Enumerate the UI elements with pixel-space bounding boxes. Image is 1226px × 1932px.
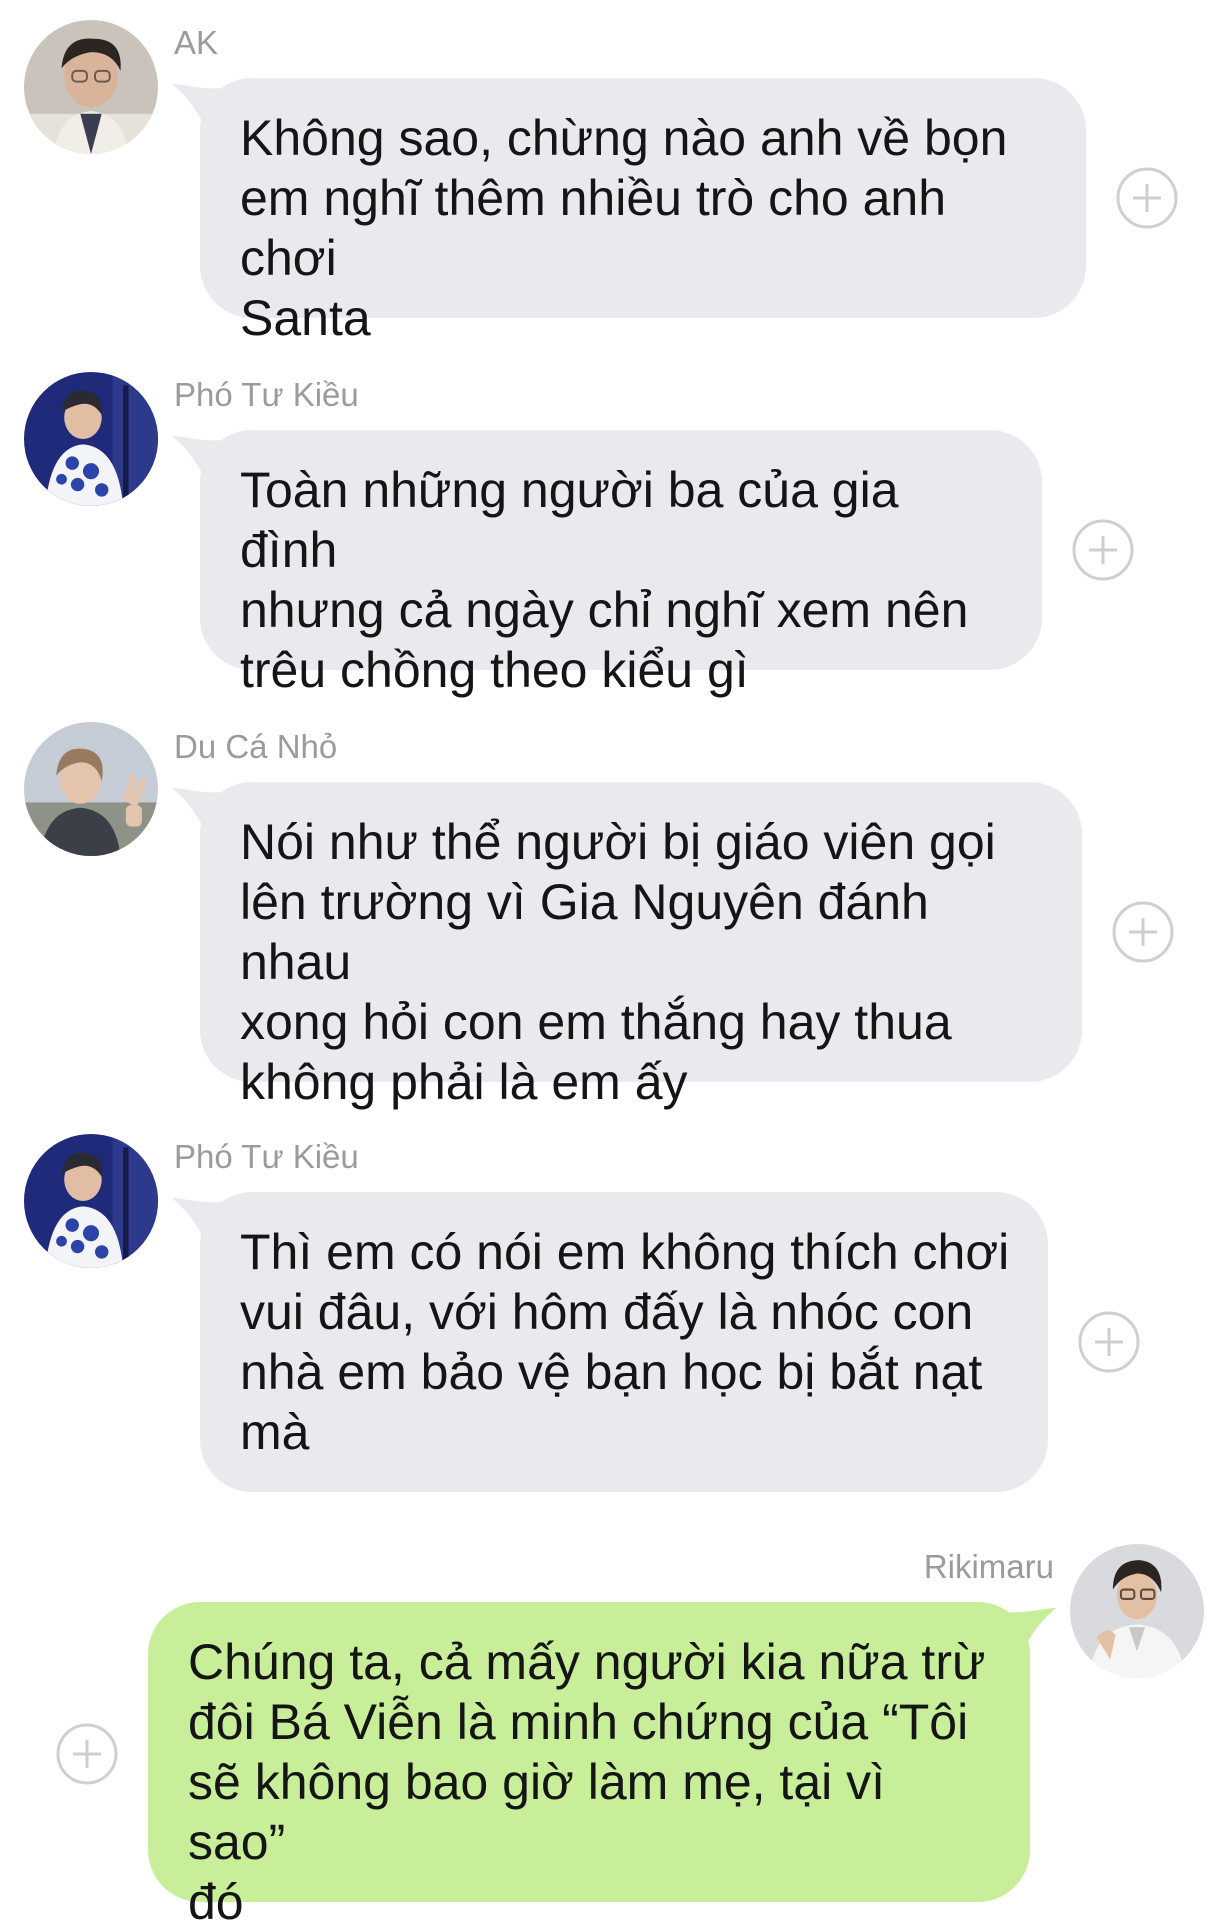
avatar[interactable] bbox=[24, 20, 158, 154]
sender-name: AK bbox=[174, 24, 219, 61]
sender-name: Rikimaru bbox=[923, 1548, 1054, 1585]
sender-name: Phó Tư Kiều bbox=[174, 376, 359, 413]
message-bubble[interactable]: Thì em có nói em không thích chơi vui đâ… bbox=[200, 1192, 1048, 1492]
sender-name: Phó Tư Kiều bbox=[174, 1138, 359, 1175]
message-bubble[interactable]: Không sao, chừng nào anh về bọn em nghĩ … bbox=[200, 78, 1086, 346]
avatar[interactable] bbox=[24, 722, 158, 856]
message-bubble[interactable]: Toàn những người ba của gia đình nhưng c… bbox=[200, 430, 1042, 698]
avatar[interactable] bbox=[24, 372, 158, 506]
message-bubble[interactable]: Chúng ta, cả mấy người kia nữa trừ đôi B… bbox=[148, 1602, 1030, 1930]
plus-circle-icon[interactable] bbox=[1077, 1310, 1141, 1374]
plus-circle-icon[interactable] bbox=[1115, 166, 1179, 230]
plus-circle-icon[interactable] bbox=[1111, 900, 1175, 964]
plus-circle-icon[interactable] bbox=[55, 1722, 119, 1786]
plus-circle-icon[interactable] bbox=[1071, 518, 1135, 582]
avatar[interactable] bbox=[1070, 1544, 1204, 1678]
sender-name: Du Cá Nhỏ bbox=[174, 728, 338, 765]
message-bubble[interactable]: Nói như thể người bị giáo viên gọi lên t… bbox=[200, 782, 1082, 1110]
avatar[interactable] bbox=[24, 1134, 158, 1268]
